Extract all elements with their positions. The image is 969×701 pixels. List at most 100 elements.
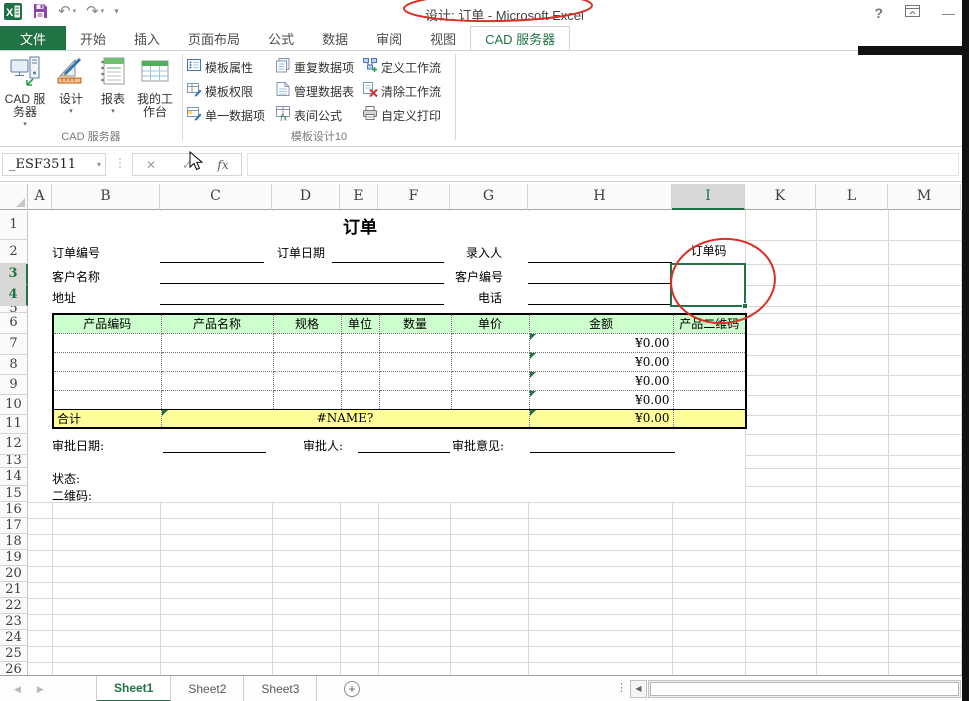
name-box[interactable]: _ESF3511 ▾ <box>2 153 106 176</box>
formula-input[interactable] <box>247 153 959 176</box>
order-table-cell[interactable] <box>673 390 746 409</box>
clear-workflow-button[interactable]: 清除工作流 <box>362 79 441 103</box>
column-header-H[interactable]: H <box>528 184 672 210</box>
sheet-tab-sheet2[interactable]: Sheet2 <box>171 676 244 701</box>
order-table-cell[interactable] <box>341 352 379 371</box>
order-table-cell[interactable] <box>341 371 379 390</box>
tab-file[interactable]: 文件 <box>0 26 66 50</box>
row-header-17[interactable]: 17 <box>0 518 28 534</box>
column-header-I[interactable]: I <box>672 184 745 210</box>
order-table-cell[interactable] <box>273 371 341 390</box>
order-table-cell[interactable] <box>53 390 161 409</box>
amount-cell[interactable]: ¥0.00 <box>529 352 673 371</box>
sheet-bar-resize-dots[interactable]: ⋮ <box>616 681 627 694</box>
sheet-nav-left-icon[interactable]: ◀ <box>14 684 21 695</box>
order-table-cell[interactable] <box>161 333 273 352</box>
order-table-cell[interactable] <box>379 333 451 352</box>
order-table-cell[interactable] <box>673 333 746 352</box>
new-sheet-icon[interactable]: + <box>344 681 360 697</box>
row-header-3[interactable]: 3 <box>0 264 28 285</box>
row-header-18[interactable]: 18 <box>0 534 28 550</box>
order-table-cell[interactable] <box>451 352 529 371</box>
total-name-error-cell[interactable]: #NAME? <box>161 409 529 428</box>
row-header-24[interactable]: 24 <box>0 630 28 646</box>
order-table-cell[interactable] <box>379 390 451 409</box>
template-permissions-button[interactable]: 模板权限 <box>186 79 265 103</box>
row-header-22[interactable]: 22 <box>0 598 28 614</box>
sheet-tab-sheet3[interactable]: Sheet3 <box>244 676 317 701</box>
minimize-button[interactable]: — <box>942 6 955 21</box>
row-header-21[interactable]: 21 <box>0 582 28 598</box>
sheet-nav-right-icon[interactable]: ▶ <box>37 684 44 695</box>
column-header-E[interactable]: E <box>340 184 378 210</box>
column-header-C[interactable]: C <box>160 184 272 210</box>
tab-view[interactable]: 视图 <box>416 26 470 50</box>
hscroll-thumb[interactable] <box>650 682 959 696</box>
worksheet[interactable]: ABCDEFGHIKLM 123456789101112131415161718… <box>0 184 963 675</box>
row-header-7[interactable]: 7 <box>0 334 28 355</box>
column-header-B[interactable]: B <box>52 184 160 210</box>
total-label-cell[interactable]: 合计 <box>53 409 161 428</box>
column-header-K[interactable]: K <box>745 184 816 210</box>
order-table-cell[interactable] <box>451 390 529 409</box>
column-header-G[interactable]: G <box>450 184 528 210</box>
single-data-item-button[interactable]: 单一数据项 <box>186 103 265 127</box>
order-table-cell[interactable] <box>273 333 341 352</box>
qat-customize-icon[interactable]: ▾ <box>114 6 119 17</box>
amount-cell[interactable]: ¥0.00 <box>529 371 673 390</box>
tab-home[interactable]: 开始 <box>66 26 120 50</box>
fill-handle[interactable] <box>742 303 748 309</box>
template-properties-button[interactable]: 模板属性 <box>186 55 265 79</box>
row-header-16[interactable]: 16 <box>0 502 28 518</box>
row-header-14[interactable]: 14 <box>0 468 28 486</box>
name-box-dropdown-icon[interactable]: ▾ <box>97 160 101 169</box>
order-table[interactable]: 产品编码产品名称规格单位数量单价金额产品二维码 ¥0.00¥0.00¥0.00¥… <box>52 313 747 429</box>
order-table-cell[interactable] <box>379 371 451 390</box>
order-table-cell[interactable] <box>53 333 161 352</box>
order-table-cell[interactable] <box>161 371 273 390</box>
order-table-cell[interactable] <box>673 371 746 390</box>
row-header-23[interactable]: 23 <box>0 614 28 630</box>
insert-function-icon[interactable]: fx <box>205 154 241 175</box>
tab-insert[interactable]: 插入 <box>120 26 174 50</box>
manage-data-table-button[interactable]: 管理数据表 <box>275 79 354 103</box>
column-header-L[interactable]: L <box>816 184 888 210</box>
row-header-26[interactable]: 26 <box>0 662 28 675</box>
total-qrcode-cell[interactable] <box>673 409 746 428</box>
undo-button[interactable]: ↶▾ <box>58 2 76 20</box>
amount-cell[interactable]: ¥0.00 <box>529 333 673 352</box>
tab-formulas[interactable]: 公式 <box>254 26 308 50</box>
select-all-corner[interactable] <box>0 184 28 210</box>
hscroll-left-icon[interactable]: ◀ <box>630 680 647 698</box>
order-table-cell[interactable] <box>273 352 341 371</box>
undo-dropdown-icon[interactable]: ▾ <box>73 7 77 15</box>
row-header-9[interactable]: 9 <box>0 375 28 395</box>
order-table-cell[interactable] <box>161 352 273 371</box>
row-header-6[interactable]: 6 <box>0 313 28 334</box>
tab-page-layout[interactable]: 页面布局 <box>174 26 254 50</box>
horizontal-scrollbar[interactable] <box>648 680 961 698</box>
order-table-cell[interactable] <box>53 371 161 390</box>
order-table-cell[interactable] <box>451 333 529 352</box>
save-icon[interactable] <box>32 3 48 19</box>
row-header-4[interactable]: 4 <box>0 285 28 306</box>
row-header-11[interactable]: 11 <box>0 415 28 434</box>
tab-review[interactable]: 审阅 <box>362 26 416 50</box>
row-header-20[interactable]: 20 <box>0 566 28 582</box>
excel-app-icon[interactable]: X <box>4 3 22 20</box>
order-table-cell[interactable] <box>161 390 273 409</box>
total-amount-cell[interactable]: ¥0.00 <box>529 409 673 428</box>
order-table-cell[interactable] <box>53 352 161 371</box>
column-header-D[interactable]: D <box>272 184 340 210</box>
repeat-data-item-button[interactable]: 重复数据项 <box>275 55 354 79</box>
redo-button[interactable]: ↷▾ <box>86 2 104 20</box>
column-header-A[interactable]: A <box>28 184 52 210</box>
order-table-cell[interactable] <box>341 390 379 409</box>
row-header-1[interactable]: 1 <box>0 211 28 240</box>
column-header-M[interactable]: M <box>888 184 961 210</box>
help-button[interactable]: ? <box>874 5 883 21</box>
row-header-19[interactable]: 19 <box>0 550 28 566</box>
inter-table-formula-button[interactable]: fx表间公式 <box>275 103 354 127</box>
order-table-cell[interactable] <box>451 371 529 390</box>
ribbon-display-options-icon[interactable] <box>905 4 920 22</box>
